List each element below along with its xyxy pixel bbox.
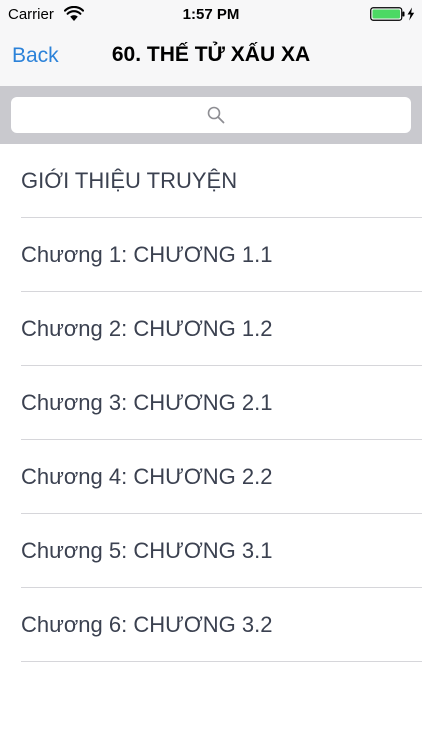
separator [21, 661, 422, 662]
list-item-label: Chương 3: CHƯƠNG 2.1 [21, 390, 273, 415]
top-bar: Carrier 1:57 PM Back 60. THẾ TỬ XẤU XA [0, 0, 422, 86]
list-item-chapter-6[interactable]: Chương 6: CHƯƠNG 3.2 [0, 588, 422, 662]
battery-charging-icon [370, 7, 416, 21]
search-field[interactable] [11, 97, 411, 133]
list-item-label: Chương 5: CHƯƠNG 3.1 [21, 538, 273, 563]
list-item-chapter-2[interactable]: Chương 2: CHƯƠNG 1.2 [0, 292, 422, 366]
navigation-bar: Back 60. THẾ TỬ XẤU XA [0, 30, 422, 86]
search-bar [0, 86, 422, 144]
list-item-label: Chương 1: CHƯƠNG 1.1 [21, 242, 273, 267]
list-item-label: Chương 6: CHƯƠNG 3.2 [21, 612, 273, 637]
list-item-label: GIỚI THIỆU TRUYỆN [21, 168, 238, 193]
list-item-chapter-1[interactable]: Chương 1: CHƯƠNG 1.1 [0, 218, 422, 292]
page-title: 60. THẾ TỬ XẤU XA [111, 43, 311, 66]
list-item-chapter-4[interactable]: Chương 4: CHƯƠNG 2.2 [0, 440, 422, 514]
list-item-label: Chương 2: CHƯƠNG 1.2 [21, 316, 273, 341]
chapter-list: GIỚI THIỆU TRUYỆN Chương 1: CHƯƠNG 1.1 C… [0, 144, 422, 662]
status-time: 1:57 PM [182, 6, 240, 23]
list-item-intro[interactable]: GIỚI THIỆU TRUYỆN [0, 144, 422, 218]
list-item-label: Chương 4: CHƯƠNG 2.2 [21, 464, 273, 489]
list-item-chapter-5[interactable]: Chương 5: CHƯƠNG 3.1 [0, 514, 422, 588]
search-icon [207, 106, 225, 124]
list-item-chapter-3[interactable]: Chương 3: CHƯƠNG 2.1 [0, 366, 422, 440]
status-bar: Carrier 1:57 PM [0, 0, 422, 30]
